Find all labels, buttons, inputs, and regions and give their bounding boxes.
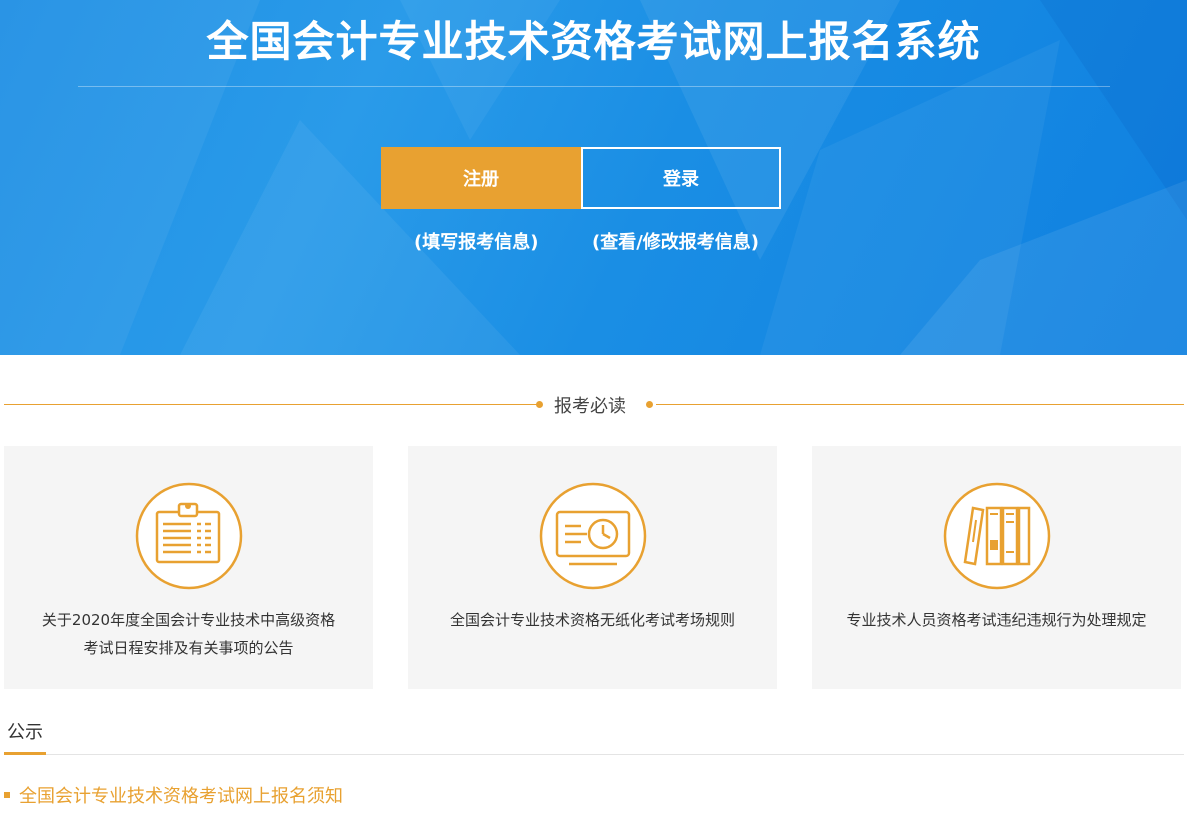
header-banner: 全国会计专业技术资格考试网上报名系统 注册 登录 (填写报考信息) (查看/修改…	[0, 0, 1187, 355]
card-text-line: 全国会计专业技术资格无纸化考试考场规则	[449, 611, 735, 629]
login-subtitle: (查看/修改报考信息)	[592, 232, 760, 253]
list-item[interactable]: 全国会计专业技术资格考试网上报名须知	[4, 780, 343, 810]
bullet-icon	[4, 792, 10, 798]
notice-link[interactable]: 全国会计专业技术资格考试网上报名须知	[19, 782, 343, 808]
login-button-label: 登录	[663, 169, 699, 190]
books-binders-icon	[943, 482, 1051, 590]
card-text: 关于2020年度全国会计专业技术中高级资格 考试日程安排及有关事项的公告	[24, 606, 353, 662]
page-title: 全国会计专业技术资格考试网上报名系统	[206, 17, 981, 66]
tab-bar: 公示	[4, 714, 1184, 755]
register-subtitle: (填写报考信息)	[414, 232, 539, 253]
heading-dot-left	[536, 401, 543, 408]
section-heading: 报考必读	[4, 390, 1184, 420]
card-text-line: 专业技术人员资格考试违纪违规行为处理规定	[846, 611, 1147, 629]
card-text-line: 关于2020年度全国会计专业技术中高级资格	[41, 611, 336, 629]
card-text-line: 考试日程安排及有关事项的公告	[83, 639, 294, 657]
heading-line-left	[4, 404, 538, 405]
card-exam-schedule[interactable]: 关于2020年度全国会计专业技术中高级资格 考试日程安排及有关事项的公告	[4, 446, 373, 689]
card-text: 专业技术人员资格考试违纪违规行为处理规定	[832, 606, 1161, 634]
card-paperless-exam-rules[interactable]: 全国会计专业技术资格无纸化考试考场规则	[408, 446, 777, 689]
monitor-clock-icon	[539, 482, 647, 590]
section-title: 报考必读	[554, 396, 626, 417]
register-button-label: 注册	[463, 169, 499, 190]
clipboard-schedule-icon	[135, 482, 243, 590]
register-button[interactable]: 注册	[381, 147, 581, 209]
login-button[interactable]: 登录	[581, 147, 781, 209]
card-violation-rules[interactable]: 专业技术人员资格考试违纪违规行为处理规定	[812, 446, 1181, 689]
title-divider	[78, 86, 1110, 87]
card-text: 全国会计专业技术资格无纸化考试考场规则	[428, 606, 757, 634]
heading-dot-right	[646, 401, 653, 408]
tab-announcement[interactable]: 公示	[4, 718, 46, 755]
heading-line-right	[656, 404, 1184, 405]
